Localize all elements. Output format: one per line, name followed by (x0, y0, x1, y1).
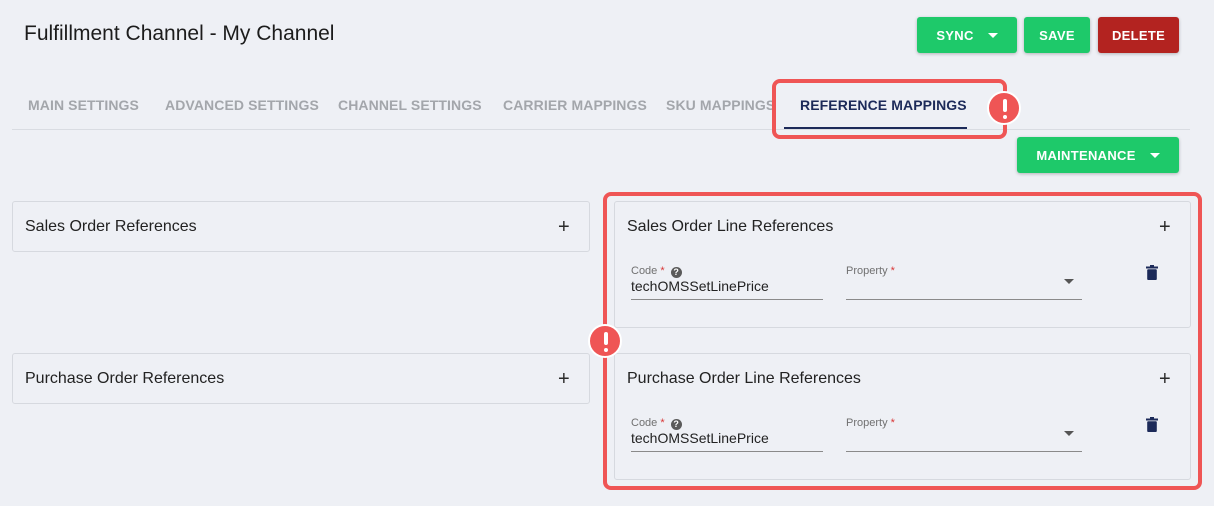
code-field-label: Code *? (631, 265, 682, 278)
page-title: Fulfillment Channel - My Channel (24, 22, 335, 45)
code-field-underline (631, 451, 823, 452)
purchase-order-line-references-panel: Purchase Order Line References + Code *?… (614, 353, 1191, 480)
sync-button[interactable]: SYNC (917, 17, 1017, 53)
sales-order-references-panel: Sales Order References + (12, 201, 590, 252)
tab-carrier-mappings[interactable]: CARRIER MAPPINGS (503, 97, 647, 113)
trash-icon[interactable] (1146, 265, 1158, 280)
property-field-label: Property * (846, 265, 895, 277)
property-field-label: Property * (846, 417, 895, 429)
save-button[interactable]: SAVE (1024, 17, 1090, 53)
maintenance-button-label: MAINTENANCE (1036, 147, 1136, 163)
purchase-order-references-panel: Purchase Order References + (12, 353, 590, 404)
property-select[interactable] (846, 299, 1082, 300)
alert-icon (987, 91, 1021, 125)
tab-sku-mappings[interactable]: SKU MAPPINGS (666, 97, 775, 113)
help-icon[interactable]: ? (670, 419, 682, 430)
panel-title: Sales Order Line References (627, 218, 834, 235)
panel-title: Sales Order References (25, 218, 197, 235)
tab-reference-mappings[interactable]: REFERENCE MAPPINGS (800, 97, 967, 113)
dropdown-caret-icon[interactable] (1064, 431, 1074, 436)
active-tab-indicator (784, 127, 967, 129)
alert-icon (588, 324, 622, 358)
add-icon[interactable]: + (558, 217, 570, 237)
code-field-underline (631, 299, 823, 300)
panel-title: Purchase Order References (25, 370, 225, 387)
sales-order-line-references-panel: Sales Order Line References + Code *? te… (614, 201, 1191, 328)
code-field-label: Code *? (631, 417, 682, 430)
maintenance-button[interactable]: MAINTENANCE (1017, 137, 1179, 173)
code-field[interactable]: techOMSSetLinePrice (631, 430, 769, 446)
trash-icon[interactable] (1146, 417, 1158, 432)
panel-title: Purchase Order Line References (627, 370, 861, 387)
sync-button-label: SYNC (936, 27, 974, 43)
tab-channel-settings[interactable]: CHANNEL SETTINGS (338, 97, 482, 113)
tab-main-settings[interactable]: MAIN SETTINGS (28, 97, 139, 113)
tab-advanced-settings[interactable]: ADVANCED SETTINGS (165, 97, 319, 113)
dropdown-caret-icon[interactable] (1064, 279, 1074, 284)
help-icon[interactable]: ? (670, 267, 682, 278)
chevron-down-icon (1149, 153, 1160, 158)
add-icon[interactable]: + (1159, 217, 1171, 237)
chevron-down-icon (987, 33, 998, 38)
add-icon[interactable]: + (558, 369, 570, 389)
code-field[interactable]: techOMSSetLinePrice (631, 278, 769, 294)
property-select[interactable] (846, 451, 1082, 452)
delete-button[interactable]: DELETE (1098, 17, 1179, 53)
add-icon[interactable]: + (1159, 369, 1171, 389)
